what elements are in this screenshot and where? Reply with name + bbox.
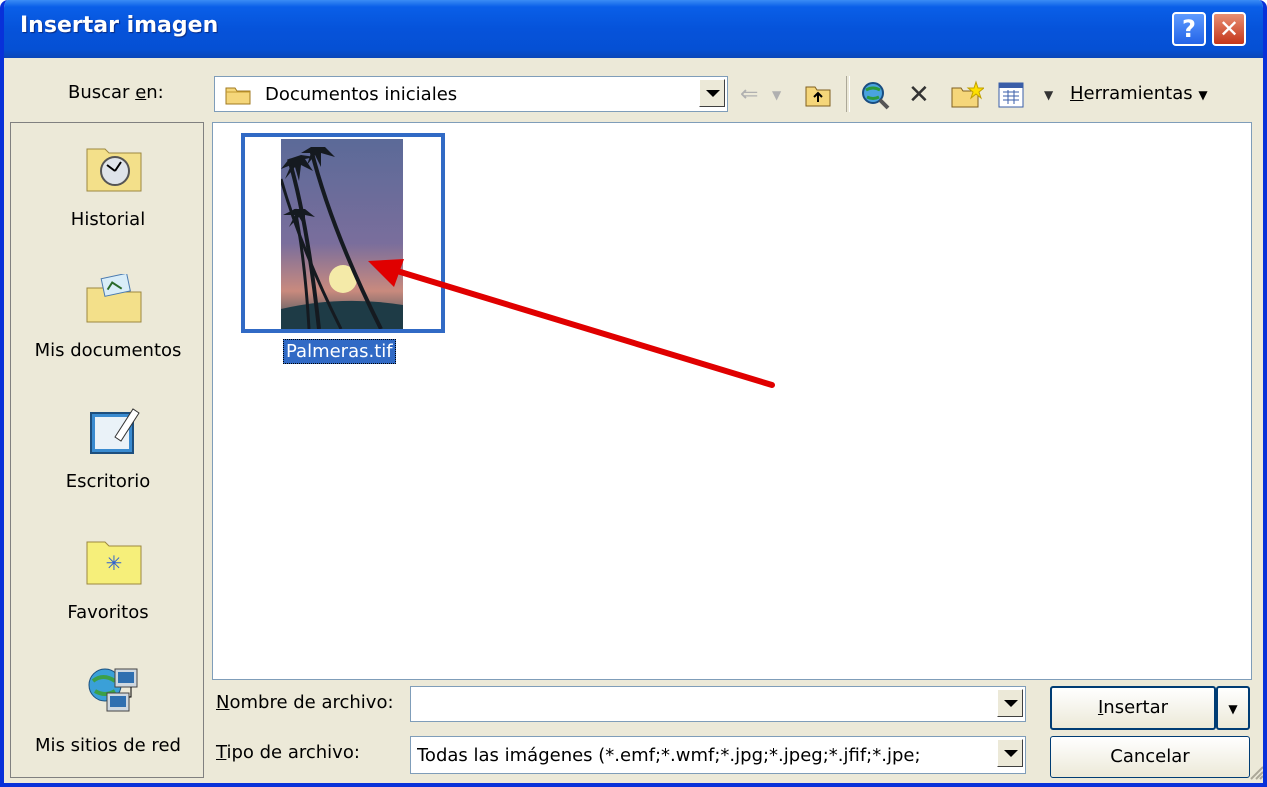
insert-image-dialog: Insertar imagen ? ✕ Buscar en: Documento… — [0, 0, 1267, 787]
place-network-label: Mis sitios de red — [35, 735, 181, 756]
filename-input[interactable] — [415, 691, 979, 719]
filename-label: Nombre de archivo: — [216, 692, 394, 713]
place-history-label: Historial — [70, 209, 146, 230]
my-documents-icon — [86, 274, 142, 323]
search-web-icon[interactable] — [860, 80, 890, 110]
insert-options-button[interactable]: ▼ — [1216, 686, 1250, 730]
filetype-label: Tipo de archivo: — [216, 742, 360, 763]
folder-icon — [225, 87, 251, 105]
back-icon[interactable]: ⇐ — [740, 80, 758, 110]
places-bar: Historial Mis documentos Escritorio ✳ Fa… — [10, 122, 204, 778]
place-favorites[interactable]: ✳ Favoritos — [11, 516, 205, 642]
look-in-value: Documentos iniciales — [265, 84, 458, 105]
desktop-icon — [90, 408, 140, 454]
place-desktop-label: Escritorio — [65, 471, 151, 492]
look-in-label: Buscar en: — [68, 82, 164, 103]
place-desktop[interactable]: Escritorio — [11, 385, 205, 511]
filetype-value: Todas las imágenes (*.emf;*.wmf;*.jpg;*.… — [417, 745, 921, 766]
favorites-folder-icon: ✳ — [86, 541, 142, 585]
look-in-dropdown-arrow[interactable] — [699, 79, 725, 107]
up-folder-icon[interactable] — [804, 82, 832, 108]
delete-icon[interactable]: ✕ — [908, 80, 930, 110]
filename-dropdown-arrow[interactable] — [997, 689, 1023, 717]
views-dropdown-icon[interactable]: ▼ — [1044, 80, 1053, 110]
dialog-title: Insertar imagen — [20, 13, 219, 38]
filename-combobox[interactable] — [410, 686, 1026, 722]
views-icon[interactable] — [998, 82, 1024, 108]
annotation-arrow-icon — [368, 259, 775, 388]
history-folder-icon — [86, 148, 142, 192]
network-places-icon — [88, 668, 138, 712]
title-bar[interactable]: Insertar imagen ? ✕ — [4, 0, 1263, 58]
tools-dropdown-icon: ▼ — [1198, 88, 1208, 102]
toolbar-separator — [846, 76, 850, 112]
place-favorites-label: Favoritos — [67, 602, 149, 623]
filetype-combobox[interactable]: Todas las imágenes (*.emf;*.wmf;*.jpg;*.… — [410, 736, 1026, 774]
svg-text:✳: ✳ — [106, 551, 123, 575]
resize-grip-icon[interactable] — [1248, 764, 1264, 780]
tools-menu[interactable]: Herramientas ▼ — [1070, 83, 1208, 104]
place-my-documents-label: Mis documentos — [34, 340, 182, 361]
back-dropdown-icon[interactable]: ▼ — [772, 80, 781, 110]
file-list-pane[interactable]: Palmeras.tif — [212, 122, 1252, 680]
look-in-dropdown[interactable]: Documentos iniciales — [214, 76, 728, 112]
cancel-button[interactable]: Cancelar — [1050, 736, 1250, 778]
new-folder-icon[interactable] — [950, 80, 984, 110]
place-history[interactable]: Historial — [11, 123, 205, 249]
insert-dropdown-icon: ▼ — [1228, 702, 1238, 716]
close-button[interactable]: ✕ — [1212, 12, 1246, 46]
place-my-documents[interactable]: Mis documentos — [11, 254, 205, 380]
help-button[interactable]: ? — [1172, 12, 1206, 46]
insert-button[interactable]: Insertar — [1050, 686, 1216, 730]
filetype-dropdown-arrow[interactable] — [997, 739, 1023, 767]
place-network[interactable]: Mis sitios de red — [11, 647, 205, 773]
